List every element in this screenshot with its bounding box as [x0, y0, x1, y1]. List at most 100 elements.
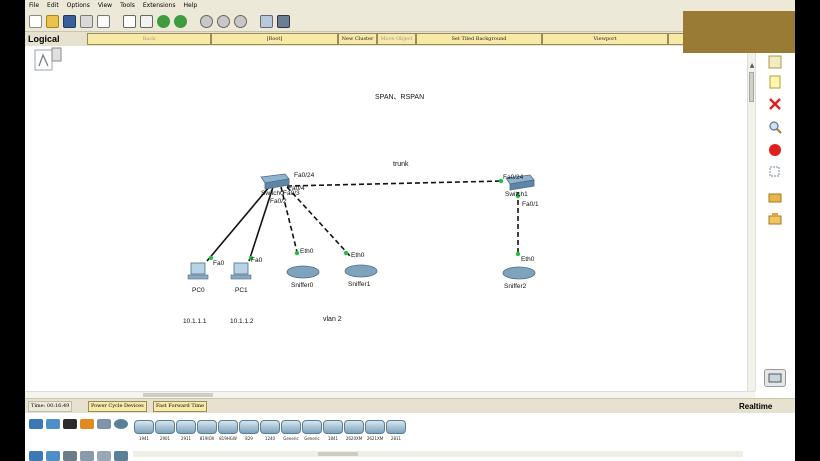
menu-help[interactable]: Help	[179, 0, 201, 12]
device-model-item[interactable]: 1941	[133, 420, 155, 447]
activity-wizard-icon[interactable]	[97, 15, 110, 28]
zoom-reset-icon[interactable]	[217, 15, 230, 28]
device-model-item[interactable]: 2901	[154, 420, 176, 447]
device-model-item[interactable]: Generic	[301, 420, 323, 447]
overlay-block	[683, 11, 795, 53]
viewport-button[interactable]: Viewport	[542, 33, 668, 45]
pc1-device[interactable]	[230, 262, 252, 280]
device-type-panel: 1941 2901 2911 819IOX 819HGW 829 1240 Ge…	[25, 413, 795, 461]
sniffer2-name: Sniffer2	[504, 283, 527, 290]
open-folder-icon[interactable]	[46, 15, 59, 28]
fast-forward-time-button[interactable]: Fast Forward Time	[153, 401, 207, 412]
wireless-category-icon[interactable]	[114, 419, 128, 429]
menu-file[interactable]: File	[25, 0, 43, 12]
logical-tab-title[interactable]: Logical	[28, 32, 60, 46]
multiuser-category-icon[interactable]	[63, 451, 77, 461]
zoom-in-icon[interactable]	[200, 15, 213, 28]
device-model-item[interactable]: 819IOX	[196, 420, 218, 447]
menu-extensions[interactable]: Extensions	[139, 0, 180, 12]
custom-devices-category-icon[interactable]	[46, 451, 60, 461]
device-model-item[interactable]: 2811	[385, 420, 407, 447]
horizontal-scroll-thumb[interactable]	[143, 393, 213, 397]
move-object-button[interactable]: Move Object	[377, 33, 416, 45]
router-icon	[197, 420, 217, 434]
menu-bar: File Edit Options View Tools Extensions Help	[25, 0, 795, 12]
device-model-item[interactable]: 1841	[322, 420, 344, 447]
custom-devices-icon[interactable]	[277, 15, 290, 28]
sniffer2-device[interactable]	[502, 266, 536, 280]
resize-shape-tool-icon[interactable]	[767, 164, 783, 180]
iot-category-icon[interactable]	[97, 451, 111, 461]
set-tiled-background-button[interactable]: Set Tiled Background	[416, 33, 542, 45]
device-model-item[interactable]: Generic	[280, 420, 302, 447]
switches-category-icon[interactable]	[46, 419, 60, 429]
device-model-item[interactable]: 2911	[175, 420, 197, 447]
realtime-mode-icon[interactable]	[764, 369, 786, 387]
root-button[interactable]: [Root]	[211, 33, 338, 45]
zoom-out-icon[interactable]	[234, 15, 247, 28]
link-switch0-sniffer1[interactable]	[286, 186, 351, 257]
draw-shape-tool-icon[interactable]	[767, 142, 783, 158]
device-model-item[interactable]: 1240	[259, 420, 281, 447]
device-model-item[interactable]: 2621XM	[364, 420, 386, 447]
sniffer0-device[interactable]	[286, 265, 320, 279]
routers-category-icon[interactable]	[29, 419, 43, 429]
router-icon	[344, 420, 364, 434]
viewport-mini-icon	[51, 47, 62, 62]
main-toolbar	[25, 12, 795, 32]
logical-workspace-bar: Logical Back [Root] New Cluster Move Obj…	[25, 32, 795, 46]
switch1-port-fa0-24: Fa0/24	[503, 174, 524, 181]
end-devices-category-icon[interactable]	[97, 419, 111, 429]
sniffer1-device[interactable]	[344, 264, 378, 278]
undo-icon[interactable]	[157, 15, 170, 28]
packet-tracer-window: File Edit Options View Tools Extensions Help L…	[25, 0, 795, 461]
add-complex-pdu-icon[interactable]	[767, 212, 783, 228]
device-model-item[interactable]: 819HGW	[217, 420, 239, 447]
paste-icon[interactable]	[140, 15, 153, 28]
new-cluster-button[interactable]: New Cluster	[338, 33, 377, 45]
copy-icon[interactable]	[123, 15, 136, 28]
power-cycle-devices-button[interactable]: Power Cycle Devices	[88, 401, 147, 412]
device-list-scrollbar[interactable]	[133, 451, 743, 457]
switch0-device[interactable]	[260, 173, 290, 190]
inspect-tool-icon[interactable]	[767, 119, 783, 135]
menu-options[interactable]: Options	[63, 0, 94, 12]
menu-edit[interactable]: Edit	[43, 0, 63, 12]
sniffer1-port: Eth0	[351, 252, 365, 259]
new-file-icon[interactable]	[29, 15, 42, 28]
navigation-panel-icon[interactable]	[34, 49, 53, 71]
pc0-ip: 10.1.1.1	[183, 318, 207, 325]
workspace-vertical-scrollbar[interactable]: ▲	[747, 46, 755, 391]
pc1-name: PC1	[235, 287, 248, 294]
connections-category-icon[interactable]	[80, 419, 94, 429]
print-icon[interactable]	[80, 15, 93, 28]
menu-tools[interactable]: Tools	[116, 0, 139, 12]
trunk-link[interactable]	[286, 180, 504, 187]
simulation-status-bar: Time: 00:16:49 Power Cycle Devices Fast …	[25, 398, 795, 413]
logical-workspace-canvas[interactable]: SPAN、RSPAN trunk vlan 2 Switch0 Fa0/24 F…	[25, 46, 747, 391]
device-model-item[interactable]: 2620XM	[343, 420, 365, 447]
realtime-mode-label[interactable]: Realtime	[739, 402, 772, 411]
menu-view[interactable]: View	[94, 0, 116, 12]
security-category-icon[interactable]	[80, 451, 94, 461]
wan-emulation-category-icon[interactable]	[29, 451, 43, 461]
vertical-scroll-thumb[interactable]	[749, 72, 754, 102]
note-tool-icon[interactable]	[767, 74, 783, 90]
network-controllers-category-icon[interactable]	[114, 451, 128, 461]
delete-tool-icon[interactable]	[767, 96, 783, 112]
drawing-palette-icon[interactable]	[260, 15, 273, 28]
sniffer0-name: Sniffer0	[291, 282, 314, 289]
back-button[interactable]: Back	[87, 33, 211, 45]
save-icon[interactable]	[63, 15, 76, 28]
device-list-scroll-thumb[interactable]	[318, 452, 358, 456]
redo-icon[interactable]	[174, 15, 187, 28]
select-tool-icon[interactable]	[767, 54, 783, 70]
device-model-item[interactable]: 829	[238, 420, 260, 447]
switch1-port-fa0-1: Fa0/1	[522, 201, 539, 208]
hubs-category-icon[interactable]	[63, 419, 77, 429]
switch0-name: Switch0	[261, 190, 284, 197]
add-simple-pdu-icon[interactable]	[767, 190, 783, 206]
router-icon	[218, 420, 238, 434]
workspace-horizontal-scrollbar[interactable]	[25, 391, 755, 398]
pc0-device[interactable]	[187, 262, 209, 280]
